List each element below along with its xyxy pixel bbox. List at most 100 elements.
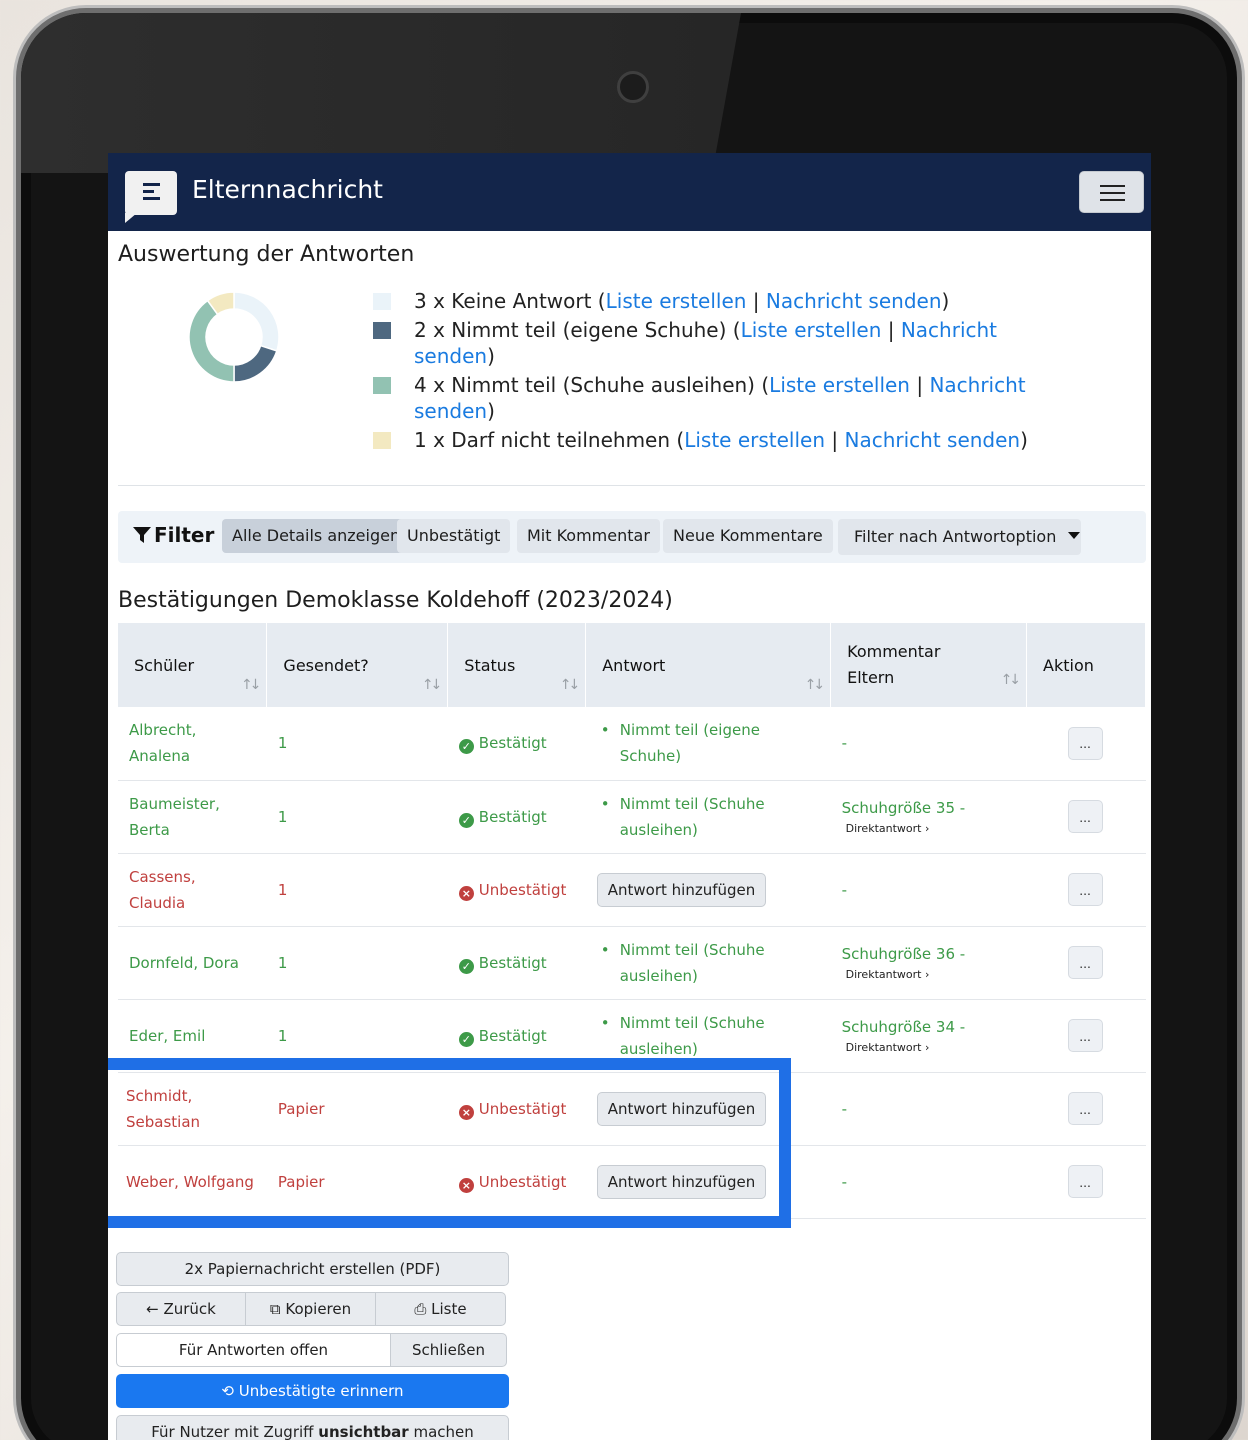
close-button[interactable]: Schließen: [390, 1333, 507, 1367]
action-cell: ...: [1026, 1072, 1146, 1146]
column-header-student[interactable]: Schüler ↑↓: [118, 623, 268, 707]
status-cell: ✓ Bestätigt: [447, 926, 586, 1000]
action-cell: ...: [1026, 707, 1146, 781]
column-header-action: Aktion: [1026, 623, 1146, 707]
answer-cell: Nimmt teil (Schuhe ausleihen): [585, 926, 831, 1000]
direct-reply-link[interactable]: Direktantwort ›: [842, 820, 1016, 838]
app-title: Elternnachricht: [192, 175, 383, 204]
row-actions-button[interactable]: ...: [1067, 1092, 1103, 1125]
add-answer-button[interactable]: Antwort hinzufügen: [596, 872, 767, 907]
sent-cell: 1: [266, 926, 448, 1000]
status-cell: ✓ Bestätigt: [447, 707, 586, 781]
print-icon: ⎙: [414, 1300, 432, 1318]
create-list-link[interactable]: Liste erstellen: [741, 318, 882, 342]
app-screen: Elternnachricht Auswertung der Antworten…: [108, 153, 1151, 1440]
column-header-status[interactable]: Status ↑↓: [447, 623, 587, 707]
direct-reply-link[interactable]: Direktantwort ›: [842, 966, 1016, 984]
table-title: Bestätigungen Demoklasse Koldehoff (2023…: [118, 588, 673, 613]
student-name[interactable]: Weber, Wolfgang: [118, 1145, 267, 1219]
legend-item: 1 x Darf nicht teilnehmen (Liste erstell…: [373, 427, 1053, 453]
answer-item: Nimmt teil (eigene Schuhe): [620, 717, 820, 769]
comment-text: -: [841, 880, 848, 899]
filter-with-comment-button[interactable]: Mit Kommentar: [517, 519, 660, 553]
status-cell: ✓ Bestätigt: [447, 780, 586, 854]
create-list-link[interactable]: Liste erstellen: [684, 428, 825, 452]
send-message-link[interactable]: Nachricht senden: [766, 289, 942, 313]
row-actions-button[interactable]: ...: [1067, 946, 1103, 979]
copy-button[interactable]: ⧉ Kopieren: [245, 1292, 376, 1326]
legend-item: 4 x Nimmt teil (Schuhe ausleihen) (Liste…: [373, 372, 1053, 424]
create-list-link[interactable]: Liste erstellen: [769, 373, 910, 397]
camera-icon: [617, 71, 649, 103]
send-message-link[interactable]: Nachricht senden: [844, 428, 1020, 452]
paper-pdf-button[interactable]: 2x Papiernachricht erstellen (PDF): [116, 1252, 509, 1286]
list-print-button[interactable]: ⎙ Liste: [375, 1292, 506, 1326]
response-donut-chart: [188, 291, 280, 383]
add-answer-button[interactable]: Antwort hinzufügen: [596, 1164, 767, 1199]
comment-cell: Schuhgröße 35 - Direktantwort ›: [830, 780, 1027, 854]
comment-text: -: [841, 1099, 848, 1118]
donut-slice: [188, 299, 235, 383]
legend-swatch: [373, 293, 391, 310]
remind-unconfirmed-button[interactable]: ⟲ Unbestätigte erinnern: [116, 1374, 509, 1408]
filter-new-comments-button[interactable]: Neue Kommentare: [663, 519, 833, 553]
x-circle-icon: ×: [458, 885, 474, 901]
sent-cell: 1: [266, 999, 448, 1073]
sent-cell: 1: [266, 707, 448, 781]
legend-item: 3 x Keine Antwort (Liste erstellen | Nac…: [373, 288, 1053, 314]
column-header-comment[interactable]: Kommentar Eltern ↑↓: [830, 623, 1028, 707]
student-name[interactable]: Baumeister, Berta: [118, 780, 267, 854]
row-actions-button[interactable]: ...: [1067, 873, 1103, 906]
legend-count-text: 1 x Darf nicht teilnehmen: [414, 428, 671, 452]
student-name[interactable]: Dornfeld, Dora: [118, 926, 267, 1000]
row-actions-button[interactable]: ...: [1067, 1019, 1103, 1052]
status-cell: ✓ Bestätigt: [447, 999, 586, 1073]
row-actions-button[interactable]: ...: [1067, 800, 1103, 833]
student-name[interactable]: Schmidt, Sebastian: [118, 1072, 267, 1146]
row-actions-button[interactable]: ...: [1067, 1165, 1103, 1198]
comment-text: Schuhgröße 34 -: [841, 1017, 966, 1036]
direct-reply-link[interactable]: Direktantwort ›: [842, 1039, 1016, 1057]
chevron-down-icon: [1068, 532, 1081, 539]
back-button[interactable]: ← Zurück: [116, 1292, 246, 1326]
legend-count-text: 3 x Keine Antwort: [414, 289, 592, 313]
legend-item: 2 x Nimmt teil (eigene Schuhe) (Liste er…: [373, 317, 1053, 369]
student-name[interactable]: Cassens, Claudia: [118, 853, 267, 927]
answer-list: Nimmt teil (Schuhe ausleihen): [597, 937, 820, 989]
answer-cell: Nimmt teil (Schuhe ausleihen): [585, 780, 831, 854]
sent-cell: 1: [266, 853, 448, 927]
filter-all-details-button[interactable]: Alle Details anzeigen: [222, 519, 411, 553]
answer-cell: Antwort hinzufügen: [585, 1072, 831, 1146]
hamburger-menu-button[interactable]: [1079, 171, 1144, 213]
answer-cell: Antwort hinzufügen: [585, 1145, 831, 1219]
student-name[interactable]: Albrecht, Analena: [118, 707, 267, 781]
comment-cell: Schuhgröße 34 - Direktantwort ›: [830, 999, 1027, 1073]
action-cell: ...: [1026, 1145, 1146, 1219]
comment-cell: -: [830, 1145, 1027, 1219]
table-row: Schmidt, Sebastian Papier × Unbestätigt Antw…: [118, 1072, 1146, 1146]
comment-text: Schuhgröße 35 -: [841, 798, 966, 817]
filter-answer-option-dropdown[interactable]: Filter nach Antwortoption: [838, 519, 1081, 555]
donut-slice: [233, 344, 278, 383]
answer-item: Nimmt teil (Schuhe ausleihen): [620, 1010, 820, 1062]
row-actions-button[interactable]: ...: [1067, 726, 1103, 760]
answer-list: Nimmt teil (eigene Schuhe): [597, 717, 820, 769]
filter-bar: Filter Alle Details anzeigen Unbestätigt…: [118, 511, 1146, 563]
sent-cell: Papier: [266, 1145, 448, 1219]
navbar: Elternnachricht: [108, 153, 1151, 231]
legend-swatch: [373, 432, 391, 449]
open-for-answers-button[interactable]: Für Antworten offen: [116, 1333, 391, 1367]
make-invisible-button[interactable]: Für Nutzer mit Zugriff unsichtbar machen: [116, 1415, 509, 1440]
filter-unconfirmed-button[interactable]: Unbestätigt: [397, 519, 511, 553]
x-circle-icon: ×: [458, 1104, 474, 1120]
column-header-sent[interactable]: Gesendet? ↑↓: [266, 623, 449, 707]
column-header-answer[interactable]: Antwort ↑↓: [585, 623, 832, 707]
student-name[interactable]: Eder, Emil: [118, 999, 267, 1073]
donut-slice: [233, 291, 280, 352]
add-answer-button[interactable]: Antwort hinzufügen: [596, 1091, 767, 1126]
status-cell: × Unbestätigt: [447, 853, 586, 927]
create-list-link[interactable]: Liste erstellen: [606, 289, 747, 313]
legend-count-text: 4 x Nimmt teil (Schuhe ausleihen): [414, 373, 755, 397]
comment-text: -: [841, 734, 848, 753]
sort-icon: ↑↓: [421, 677, 443, 693]
